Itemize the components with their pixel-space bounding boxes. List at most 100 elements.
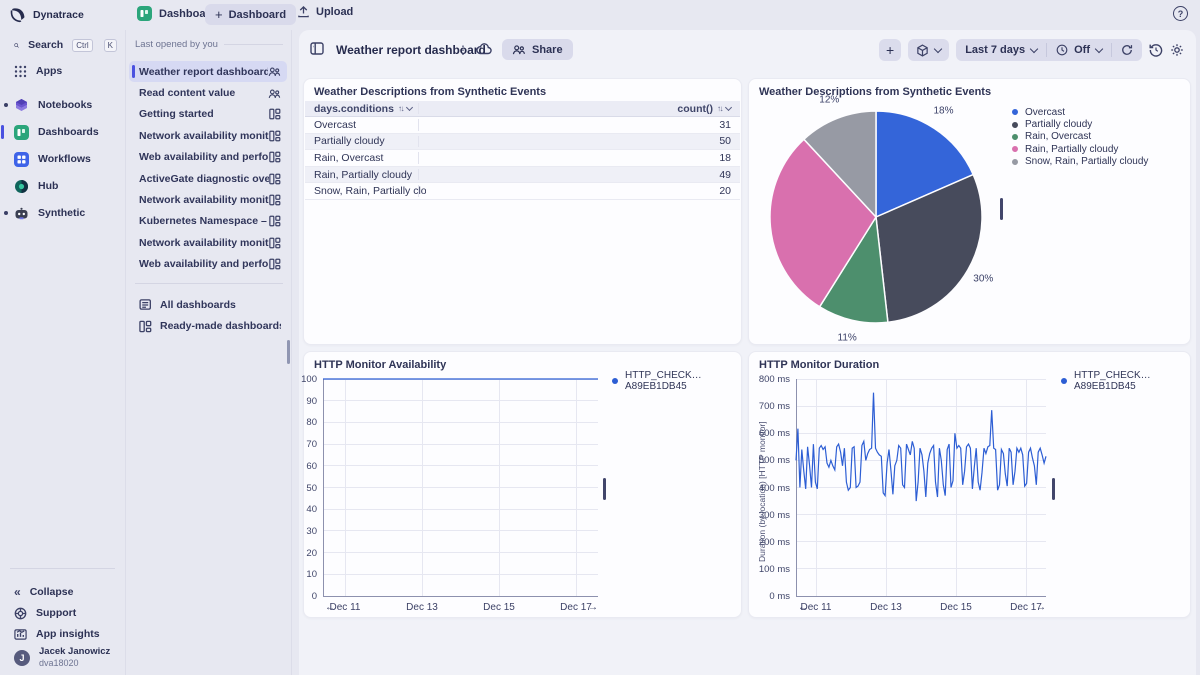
legend-resize-handle[interactable]: [1000, 198, 1003, 220]
auto-refresh-dropdown[interactable]: Off: [1047, 39, 1111, 61]
rail-item-hub[interactable]: Hub: [0, 175, 125, 197]
table-row[interactable]: Partially cloudy 50: [305, 134, 740, 151]
timeframe-dropdown[interactable]: Last 7 days: [956, 39, 1046, 61]
people-icon: [268, 88, 281, 99]
rail-item-collapse[interactable]: « Collapse: [0, 581, 125, 603]
legend-item[interactable]: Snow, Rain, Partially cloudy: [1012, 156, 1148, 168]
list-item[interactable]: Network availability monit...: [129, 189, 287, 210]
rail-item-dashboards[interactable]: Dashboards: [0, 121, 125, 143]
sidebar-toggle-icon: [310, 42, 324, 55]
upload-icon: [297, 5, 310, 18]
scroll-left-arrow[interactable]: ←: [325, 603, 335, 613]
sort-icon[interactable]: ↑↓: [717, 104, 722, 113]
legend-item[interactable]: HTTP_CHECK…A89EB1DB45: [1061, 375, 1190, 387]
board-icon: [269, 215, 281, 227]
board-icon: [269, 258, 281, 270]
chart-legend: HTTP_CHECK…A89EB1DB45: [1061, 375, 1190, 387]
legend-item[interactable]: HTTP_CHECK…A89EB1DB45: [612, 375, 741, 387]
y-tick-label: 500 ms: [756, 455, 790, 466]
y-tick-label: 20: [283, 548, 317, 559]
list-item[interactable]: Read content value: [129, 82, 287, 103]
scroll-right-arrow[interactable]: →: [588, 603, 598, 613]
table-row[interactable]: Overcast 31: [305, 117, 740, 134]
legend-resize-handle[interactable]: [1052, 478, 1055, 500]
column-divider: [418, 169, 419, 181]
rail-item-workflows[interactable]: Workflows: [0, 148, 125, 170]
sort-icon[interactable]: ↑↓: [398, 104, 403, 113]
scroll-right-arrow[interactable]: →: [1036, 603, 1046, 613]
active-indicator: [1, 125, 4, 139]
tile-http-availability: HTTP Monitor Availability 01020304050607…: [303, 351, 742, 618]
column-divider: [418, 119, 419, 131]
legend-item[interactable]: Rain, Overcast: [1012, 131, 1148, 143]
toggle-sidebar-button[interactable]: [310, 42, 324, 55]
legend-dot: [1012, 122, 1018, 128]
sync-status-button[interactable]: [476, 43, 492, 55]
y-tick-label: 0 ms: [756, 591, 790, 602]
rail-item-synthetic[interactable]: Synthetic: [0, 202, 125, 224]
add-tile-button[interactable]: +: [879, 39, 901, 61]
history-button[interactable]: [1149, 43, 1163, 57]
list-item[interactable]: Network availability monit...: [129, 232, 287, 253]
legend-resize-handle[interactable]: [603, 478, 606, 500]
list-item[interactable]: Network availability monit...: [129, 125, 287, 146]
help-button[interactable]: ?: [1173, 6, 1188, 21]
list-item-label: Network availability monit...: [139, 130, 269, 142]
section-label: Last opened by you: [135, 39, 283, 50]
refresh-button[interactable]: [1112, 39, 1142, 61]
tile-http-duration: HTTP Monitor Duration Duration (by locat…: [748, 351, 1191, 618]
legend-item[interactable]: Partially cloudy: [1012, 118, 1148, 130]
table-row[interactable]: Rain, Partially cloudy 49: [305, 167, 740, 184]
settings-button[interactable]: [1170, 43, 1184, 57]
rail-item-app-insights[interactable]: App insights: [0, 623, 125, 645]
column-divider[interactable]: [418, 103, 419, 114]
timeframe-label: Last 7 days: [965, 44, 1025, 56]
column-header-conditions[interactable]: days.conditions ↑↓: [305, 103, 426, 115]
table-row[interactable]: Rain, Overcast 18: [305, 150, 740, 167]
cell-count: 31: [426, 119, 740, 131]
kbd-ctrl: Ctrl: [72, 39, 92, 52]
y-tick-label: 90: [283, 396, 317, 407]
chevron-down-icon[interactable]: [725, 104, 732, 111]
dashboard-header: Weather report dashboard ⋮ Share +: [299, 30, 1196, 70]
new-dashboard-button[interactable]: + Dashboard: [205, 4, 296, 25]
ready-made-dashboards-link[interactable]: Ready-made dashboards: [129, 315, 287, 336]
cell-count: 20: [426, 185, 740, 197]
list-item[interactable]: Kubernetes Namespace – ...: [129, 211, 287, 232]
table-row[interactable]: Snow, Rain, Partially cloudy 20: [305, 183, 740, 200]
dynatrace-brand[interactable]: Dynatrace: [10, 7, 84, 23]
list-item[interactable]: Getting started: [129, 104, 287, 125]
cell-condition: Partially cloudy: [305, 135, 426, 147]
rail-item-apps[interactable]: Apps: [0, 60, 125, 82]
all-dashboards-link[interactable]: All dashboards: [129, 294, 287, 315]
column-header-count[interactable]: count() ↑↓: [426, 103, 740, 115]
user-menu[interactable]: J Jacek Janowicz dva18020: [0, 645, 125, 671]
panel-scrollbar-thumb[interactable]: [287, 340, 290, 364]
list-item-label: Web availability and perfo...: [139, 258, 269, 270]
list-item[interactable]: ActiveGate diagnostic over...: [129, 168, 287, 189]
scroll-left-arrow[interactable]: ←: [798, 603, 808, 613]
legend-label: Rain, Partially cloudy: [1025, 144, 1118, 155]
chevron-down-icon[interactable]: [406, 104, 413, 111]
dashboard-menu-button[interactable]: ⋮: [457, 43, 469, 57]
legend-item[interactable]: Rain, Partially cloudy: [1012, 143, 1148, 155]
list-item[interactable]: Web availability and perfo...: [129, 254, 287, 275]
recent-dashboards-list: Weather report dashboard Read content va…: [129, 61, 287, 275]
workflows-icon: [14, 152, 29, 167]
legend-item[interactable]: Overcast: [1012, 106, 1148, 118]
rail-footer-divider: [10, 568, 115, 569]
variables-dropdown[interactable]: [908, 39, 949, 61]
share-button[interactable]: Share: [502, 39, 573, 60]
y-tick-label: 700 ms: [756, 401, 790, 412]
list-item[interactable]: Web availability and perfo...: [129, 147, 287, 168]
plus-icon: +: [215, 7, 223, 22]
rail-item-support[interactable]: Support: [0, 602, 125, 624]
pie-percent-label: 30%: [973, 273, 993, 284]
pie-percent-label: 11%: [838, 332, 857, 343]
upload-label: Upload: [316, 6, 353, 18]
dashboard-toolbar: + Last 7 days Off: [879, 39, 1184, 61]
rail-item-search[interactable]: Search Ctrl K: [0, 34, 125, 56]
list-item[interactable]: Weather report dashboard: [129, 61, 287, 82]
upload-button[interactable]: Upload: [291, 4, 359, 19]
rail-item-notebooks[interactable]: Notebooks: [0, 94, 125, 116]
